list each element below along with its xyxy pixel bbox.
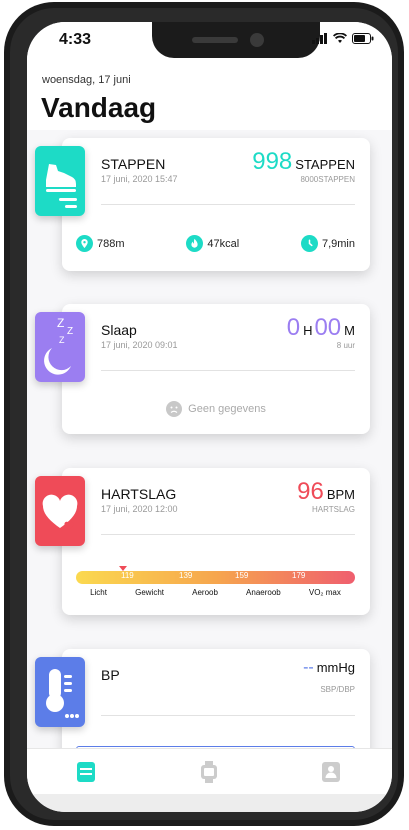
sleep-badge: Z Z Z [35,312,85,382]
bp-divider [101,715,355,716]
heart-divider [101,534,355,535]
zone-label: Gewicht [135,588,164,597]
steps-timestamp: 17 juni, 2020 15:47 [101,174,178,184]
bp-unit: mmHg [316,660,355,675]
sleep-hours-unit: H [303,323,313,338]
tab-today[interactable] [74,760,98,784]
steps-title: STAPPEN [101,156,166,172]
steps-divider [101,204,355,205]
sleep-goal: 8 uur [336,341,355,350]
heart-sub: HARTSLAG [312,505,355,514]
distance-value: 788m [97,237,125,250]
zone-tick-2: 139 [179,571,193,580]
tab-profile[interactable] [319,760,343,784]
heart-rate-card[interactable]: HARTSLAG 17 juni, 2020 12:00 96 BPM HART… [35,468,370,615]
notch [152,22,320,58]
heart-value: 96 [297,478,324,505]
bp-badge [35,657,85,727]
watch-tab-icon [201,761,217,783]
steps-card[interactable]: STAPPEN 17 juni, 2020 15:47 998 STAPPEN … [35,138,370,271]
heart-rate-zone-labels: Licht Gewicht Aeroob Anaeroob VO₂ max [76,588,355,597]
heart-value-group: 96 BPM [297,478,355,506]
sleep-minutes-unit: M [344,323,355,338]
zone-tick-1: 119 [121,571,134,580]
phone-screen: 4:33 woensdag, 17 juni Vandaag STAPPEN 1… [27,22,392,812]
svg-text:Z: Z [67,326,73,337]
zone-label: Aeroob [192,588,218,597]
heart-title: HARTSLAG [101,486,177,502]
zone-label: VO₂ max [308,588,341,597]
zone-label: Licht [90,588,107,597]
speaker [192,37,238,43]
calories-value: 47kcal [207,237,240,250]
steps-badge [35,146,85,216]
steps-metrics: 788m 47kcal 7,9min [76,235,355,252]
sleep-divider [101,370,355,371]
thermometer-icon [46,669,79,718]
bottom-tab-bar [27,748,392,795]
zone-tick-3: 159 [235,571,249,580]
bp-value-group: -- mmHg [303,659,355,677]
clock-icon [300,235,318,252]
battery-icon [352,33,374,44]
heart-timestamp: 17 juni, 2020 12:00 [101,504,178,514]
no-data-label: Geen gegevens [188,403,266,415]
distance-metric: 788m [76,235,125,252]
sleep-value-group: 0 H 00 M [287,314,355,342]
zone-tick-4: 179 [292,571,306,580]
svg-text:Z: Z [57,316,64,330]
heart-unit: BPM [326,487,355,502]
sleep-card[interactable]: Z Z Z Slaap 17 juni, 2020 09:01 0 H 00 M… [35,304,370,434]
sleep-minutes: 00 [314,314,342,341]
bp-title: BP [101,667,120,683]
duration-metric: 7,9min [300,235,355,252]
sneaker-icon [46,164,77,208]
today-tab-icon [77,762,95,782]
location-pin-icon [76,235,93,252]
heart-icon [42,494,78,530]
sleep-no-data: Geen gegevens [62,401,370,417]
sleep-hours: 0 [286,314,301,341]
status-bar: 4:33 [27,22,392,58]
flame-icon [186,235,204,252]
heart-badge [35,476,85,546]
status-time: 4:33 [59,31,92,48]
sleep-timestamp: 17 juni, 2020 09:01 [101,340,178,350]
page-header: woensdag, 17 juni Vandaag [27,58,392,130]
steps-unit: STAPPEN [295,157,355,172]
status-icons [312,33,374,44]
tab-device[interactable] [197,760,221,784]
sad-face-icon [166,401,183,417]
steps-value: 998 [252,148,293,175]
svg-text:Z: Z [59,335,65,345]
steps-value-group: 998 STAPPEN [252,148,355,176]
heart-rate-zone-bar: 119 139 159 179 [76,571,355,584]
profile-tab-icon [322,762,340,782]
duration-value: 7,9min [321,237,355,250]
wifi-icon [333,33,347,43]
header-date: woensdag, 17 juni [42,74,131,86]
calories-metric: 47kcal [186,235,239,252]
zone-label: Anaeroob [246,588,281,597]
sleep-title: Slaap [101,322,137,338]
bp-value: -- [303,659,314,676]
signal-icon [312,33,327,44]
steps-goal: 8000STAPPEN [300,175,355,184]
moon-zzz-icon: Z Z Z [44,316,73,375]
camera [250,33,264,47]
bp-sub: SBP/DBP [320,685,355,694]
page-title: Vandaag [41,92,157,123]
home-indicator-area [27,794,392,812]
